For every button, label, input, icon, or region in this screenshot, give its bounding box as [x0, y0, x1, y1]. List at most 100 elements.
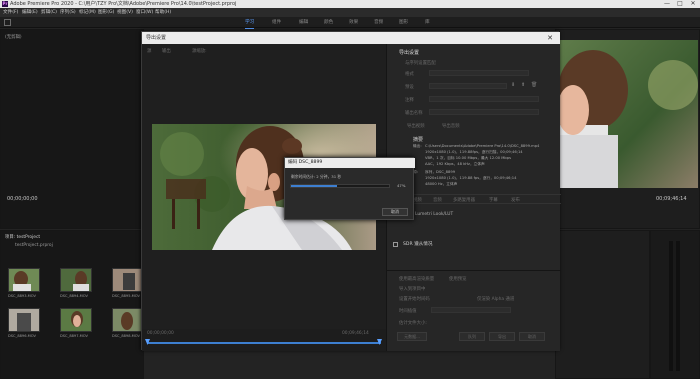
- queue-button[interactable]: 队列: [459, 332, 485, 341]
- menu-edit[interactable]: 编辑(E): [22, 8, 38, 17]
- tab-source[interactable]: 源: [147, 48, 151, 54]
- source-timecode: 00;00;00;00: [7, 196, 38, 202]
- export-work-range[interactable]: [147, 342, 381, 344]
- summary-line: VBR，1 次，目标 10.00 Mbps，最大 12.00 Mbps: [425, 156, 512, 160]
- project-thumb-label: DSC_8894.MOV: [60, 294, 88, 298]
- summary-line: 1920x1080 (1.0)，119.88fps，逐行扫描，00;09;46;…: [425, 150, 523, 154]
- encoding-progress-fill: [291, 185, 338, 187]
- title-bar: Pr Adobe Premiere Pro 2020 - C:\用户\TZY P…: [0, 0, 700, 8]
- minimize-button[interactable]: —: [660, 0, 674, 8]
- file-size-label: 估计文件大小:: [399, 321, 427, 326]
- project-thumb[interactable]: [112, 268, 144, 292]
- menu-marker[interactable]: 标记(M): [79, 8, 96, 17]
- maximize-button[interactable]: □: [673, 0, 687, 8]
- project-tab[interactable]: 项目: testProject: [5, 234, 40, 240]
- divider: [387, 270, 561, 271]
- premiere-window: Pr Adobe Premiere Pro 2020 - C:\用户\TZY P…: [0, 0, 700, 379]
- source-monitor-label: (无剪辑): [5, 35, 22, 40]
- project-thumb-label: DSC_8897.MOV: [60, 334, 88, 338]
- project-thumb-label: DSC_8898.MOV: [112, 334, 140, 338]
- sdr-checkbox[interactable]: [393, 242, 398, 247]
- save-preset-icon[interactable]: ⬇: [511, 82, 515, 88]
- tab-audio[interactable]: 音频: [433, 197, 442, 203]
- program-monitor-frame: [558, 40, 698, 188]
- format-label: 格式: [405, 72, 414, 77]
- workspace-tab-libraries[interactable]: 库: [425, 17, 430, 28]
- tab-video[interactable]: 视频: [413, 197, 422, 203]
- metadata-button[interactable]: 元数据...: [397, 332, 427, 341]
- encoding-progress-bar: [290, 184, 390, 188]
- encoding-progress-dialog: 编码 DSC_8899 剩余时间估计: 2 分钟，31 秒 47% 取消: [284, 157, 415, 220]
- comments-field[interactable]: [429, 96, 539, 102]
- delete-preset-icon[interactable]: 🗑: [531, 82, 537, 88]
- workspace-tab-editing[interactable]: 编辑: [299, 17, 308, 28]
- project-thumb-label: DSC_8893.MOV: [8, 294, 36, 298]
- workspace-tab-learn[interactable]: 学习: [245, 17, 255, 29]
- export-settings-heading: 导出设置: [399, 50, 420, 56]
- export-audio-checkbox[interactable]: 导出音频: [442, 123, 460, 129]
- project-thumb[interactable]: [112, 308, 144, 332]
- workspace-tab-graphics[interactable]: 图形: [399, 17, 408, 28]
- format-dropdown[interactable]: [429, 70, 529, 76]
- max-render-quality-checkbox[interactable]: 使用最高渲染质量: [399, 276, 434, 282]
- import-preset-icon[interactable]: ⬆: [521, 82, 525, 88]
- encoding-dialog-title: 编码 DSC_8899: [285, 158, 415, 168]
- output-name-label: 输出名称: [405, 111, 423, 116]
- tab-publish[interactable]: 发布: [511, 197, 520, 203]
- project-file-name: testProject.prproj: [15, 243, 53, 248]
- summary-source-line: 48000 Hz，立体声: [425, 182, 458, 186]
- export-dialog-titlebar: 导出设置: [142, 32, 560, 44]
- window-title: Adobe Premiere Pro 2020 - C:\用户\TZY Pro\…: [10, 1, 237, 7]
- project-thumb[interactable]: [60, 308, 92, 332]
- summary-source-name: 序列，DSC_8899: [425, 170, 456, 174]
- menu-help[interactable]: 帮助(H): [155, 8, 171, 17]
- export-button[interactable]: 导出: [489, 332, 515, 341]
- timeline-panel: [555, 230, 650, 379]
- project-panel: 项目: testProject testProject.prproj: [0, 230, 144, 379]
- project-thumb-label: DSC_8895.MOV: [112, 294, 140, 298]
- preset-dropdown[interactable]: [429, 83, 507, 89]
- match-sequence-checkbox[interactable]: 与序列设置匹配: [405, 60, 436, 66]
- summary-heading: 摘要: [413, 137, 424, 143]
- menu-window[interactable]: 窗口(W): [136, 8, 153, 17]
- audio-meter-right: [676, 241, 680, 371]
- time-interpolation-label: 时间插值: [399, 309, 417, 314]
- workspace-bar: 学习 组件 编辑 颜色 效果 音频 图形 库: [0, 17, 700, 29]
- render-alpha-checkbox[interactable]: 仅渲染 Alpha 通道: [477, 296, 514, 302]
- comments-label: 注释: [405, 98, 414, 103]
- summary-line: AAC，192 Kbps，48 kHz，立体声: [425, 162, 485, 166]
- export-video-checkbox[interactable]: 导出视频: [407, 123, 425, 129]
- workspace-tab-color[interactable]: 颜色: [324, 17, 333, 28]
- use-previews-checkbox[interactable]: 使用预览: [449, 276, 467, 282]
- project-thumb[interactable]: [8, 308, 40, 332]
- project-thumb-label: DSC_8896.MOV: [8, 334, 36, 338]
- workspace-tab-assembly[interactable]: 组件: [272, 17, 281, 28]
- workspace-tab-audio[interactable]: 音频: [374, 17, 383, 28]
- summary-output-label: 输出:: [413, 144, 422, 148]
- menu-bar: 文件(F) 编辑(E) 剪辑(C) 序列(S) 标记(M) 图形(G) 视图(V…: [0, 8, 700, 17]
- tab-captions[interactable]: 字幕: [489, 197, 498, 203]
- time-interpolation-dropdown[interactable]: [431, 307, 511, 313]
- set-start-timecode-checkbox[interactable]: 设置开始时间码: [399, 296, 430, 302]
- output-name-field[interactable]: [429, 109, 539, 115]
- export-dialog-close-button[interactable]: ✕: [545, 32, 555, 44]
- menu-file[interactable]: 文件(F): [3, 8, 18, 17]
- summary-source-line: 1920x1080 (1.0)，119.88 fps，逐行，00;09;46;1…: [425, 176, 517, 180]
- cancel-export-button[interactable]: 取消: [519, 332, 545, 341]
- workspace-tab-effects[interactable]: 效果: [349, 17, 358, 28]
- sdr-conform-label: SDR 遵从情况: [403, 242, 433, 247]
- project-thumb[interactable]: [60, 268, 92, 292]
- import-into-project-checkbox[interactable]: 导入到项目中: [399, 286, 425, 292]
- tab-output[interactable]: 输出: [162, 48, 171, 54]
- project-thumb[interactable]: [8, 268, 40, 292]
- tab-multiplexer[interactable]: 多路复用器: [453, 197, 475, 203]
- menu-graphics[interactable]: 图形(G): [98, 8, 114, 17]
- encoding-cancel-button[interactable]: 取消: [382, 208, 408, 216]
- preset-label: 预设: [405, 85, 414, 90]
- premiere-app-icon: Pr: [2, 1, 8, 7]
- menu-clip[interactable]: 剪辑(C): [41, 8, 57, 17]
- menu-sequence[interactable]: 序列(S): [60, 8, 76, 17]
- close-window-button[interactable]: ✕: [686, 0, 700, 8]
- home-icon[interactable]: [4, 19, 11, 26]
- menu-view[interactable]: 视图(V): [117, 8, 133, 17]
